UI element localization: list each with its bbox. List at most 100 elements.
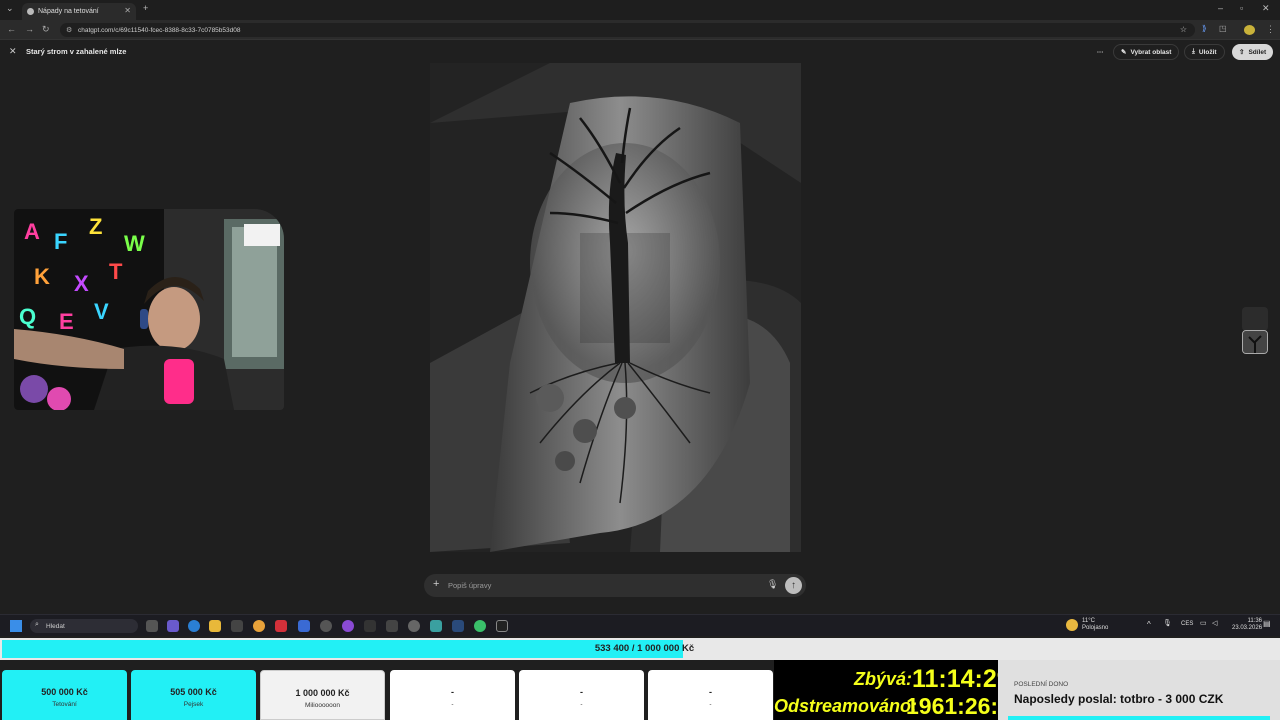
tier-name: Pejsek [183,701,204,708]
select-area-button[interactable]: ✎ Vybrat oblast [1113,44,1180,60]
save-label: Uložit [1198,48,1217,56]
weather-temp: 11°C [1082,618,1095,624]
minimize-icon[interactable]: – [1218,3,1223,13]
app-shield-icon[interactable] [298,620,310,632]
tier-amount: - [451,687,454,697]
file-explorer-icon[interactable] [209,620,221,632]
image-editor-header: ✕ Starý strom v zahalené mlze ··· ✎ Vybra… [0,42,1280,62]
tray-chevron-icon[interactable]: ^ [1147,620,1151,629]
extension-icon[interactable]: ⟫ [1202,24,1206,33]
tab-list-icon[interactable]: ⌄ [6,3,14,14]
maximize-icon[interactable]: ▫ [1240,3,1243,13]
goal-tier: 1 000 000 Kč Milioooooon [260,670,385,720]
site-info-icon[interactable]: ⚙ [66,26,72,34]
windows-start-icon[interactable] [10,620,22,632]
last-dono-text: Naposledy poslal: totbro - 3 000 CZK [1014,692,1224,706]
settings-icon[interactable] [408,620,420,632]
app-terminal-icon[interactable] [496,620,508,632]
reload-icon[interactable]: ↻ [42,24,50,35]
browser-menu-icon[interactable]: ⋮ [1266,24,1275,35]
streamer-camera-image: AF ZW KX T Q EV [14,209,284,410]
taskbar-search-label: Hledat [46,622,65,630]
edge-icon[interactable] [188,620,200,632]
browser-tab[interactable]: Nápady na tetování ✕ [22,3,136,20]
microphone-icon[interactable]: 🎙 [767,579,778,590]
svg-text:X: X [74,271,89,296]
app-pen-icon[interactable] [364,620,376,632]
goal-tier: - - [390,670,515,720]
back-icon[interactable]: ← [7,24,16,34]
variant-thumbnail-2[interactable] [1242,330,1268,354]
download-icon: ⤓ [1192,48,1195,55]
clock[interactable]: 11:36 23.03.2026 [1232,618,1262,632]
svg-text:T: T [109,259,123,284]
taskbar-search[interactable]: ⌕ Hledat [30,619,138,633]
svg-text:E: E [59,309,74,334]
volume-icon[interactable]: ◁ [1212,619,1217,627]
url-text: chatgpt.com/c/69c11540-fcec-8388-8c33-7c… [78,26,241,34]
new-tab-icon[interactable]: + [143,3,148,13]
goal-tier: 505 000 Kč Pejsek [131,670,256,720]
webcam-overlay: AF ZW KX T Q EV [14,209,284,410]
streamed-label: Odstreamováno: [774,696,918,716]
whatsapp-icon[interactable] [474,620,486,632]
variant-thumbnail-1[interactable] [1242,307,1268,331]
tab-favicon-icon [27,8,34,15]
language-indicator[interactable]: CES [1181,621,1193,627]
app-note-icon[interactable] [430,620,442,632]
extensions-puzzle-icon[interactable]: ◳ [1219,24,1227,33]
tray-mic-icon[interactable]: 🎙 [1163,619,1172,627]
goal-tier: - - [648,670,773,720]
close-tab-icon[interactable]: ✕ [124,6,131,15]
send-button[interactable]: ↑ [785,577,802,594]
tier-amount: 1 000 000 Kč [295,688,350,698]
obs-icon[interactable] [342,620,354,632]
edit-prompt-input[interactable] [448,578,748,593]
share-icon: ⇧ [1239,49,1245,56]
share-button[interactable]: ⇧ Sdílet [1232,44,1274,60]
save-button[interactable]: ⤓ Uložit [1184,44,1225,60]
bookmark-star-icon[interactable]: ☆ [1180,25,1187,34]
tier-amount: - [709,687,712,697]
more-label: ··· [1097,48,1104,56]
last-donation-panel: POSLEDNÍ DONO Naposledy poslal: totbro -… [998,660,1280,720]
generated-tattoo-image [430,63,801,552]
app-box-icon[interactable] [386,620,398,632]
svg-text:Q: Q [19,304,36,329]
store-icon[interactable] [231,620,243,632]
svg-text:A: A [24,219,40,244]
close-icon[interactable]: ✕ [9,46,17,57]
browser-tab-bar: ⌄ Nápady na tetování ✕ + – ▫ ✕ [0,0,1280,20]
network-icon[interactable]: ▭ [1200,619,1207,627]
more-options-button[interactable]: ··· [1090,44,1111,60]
address-bar-row: ← → ↻ ⚙ chatgpt.com/c/69c11540-fcec-8388… [0,20,1280,40]
steam-icon[interactable] [452,620,464,632]
tab-title: Nápady na tetování [38,8,99,15]
svg-text:K: K [34,264,50,289]
remaining-label: Zbývá: [854,669,913,689]
svg-text:W: W [124,231,145,256]
add-attachment-icon[interactable]: + [433,578,439,590]
app-gear-icon[interactable] [320,620,332,632]
svg-text:F: F [54,229,67,254]
teams-icon[interactable] [167,620,179,632]
weather-widget[interactable]: 11°C Polojasno [1082,618,1108,632]
last-dono-label: POSLEDNÍ DONO [1014,681,1069,688]
tier-name: - [709,701,712,708]
remaining-time: 11:14:29 [912,665,1011,693]
goal-tier: - - [519,670,644,720]
close-window-icon[interactable]: ✕ [1262,3,1270,14]
thumbnail-tree-icon [1243,331,1267,353]
chrome-icon[interactable] [253,620,265,632]
page-title: Starý strom v zahalené mlze [26,47,127,56]
weather-icon[interactable] [1066,619,1078,631]
forward-icon[interactable]: → [25,24,34,34]
select-area-icon: ✎ [1121,49,1127,56]
profile-avatar[interactable] [1244,25,1255,35]
svg-text:V: V [94,299,109,324]
task-view-icon[interactable] [146,620,158,632]
notifications-icon[interactable]: ▤ [1263,619,1271,628]
adobe-icon[interactable] [275,620,287,632]
url-field[interactable]: ⚙ chatgpt.com/c/69c11540-fcec-8388-8c33-… [60,23,1195,37]
tier-amount: 500 000 Kč [41,687,88,697]
